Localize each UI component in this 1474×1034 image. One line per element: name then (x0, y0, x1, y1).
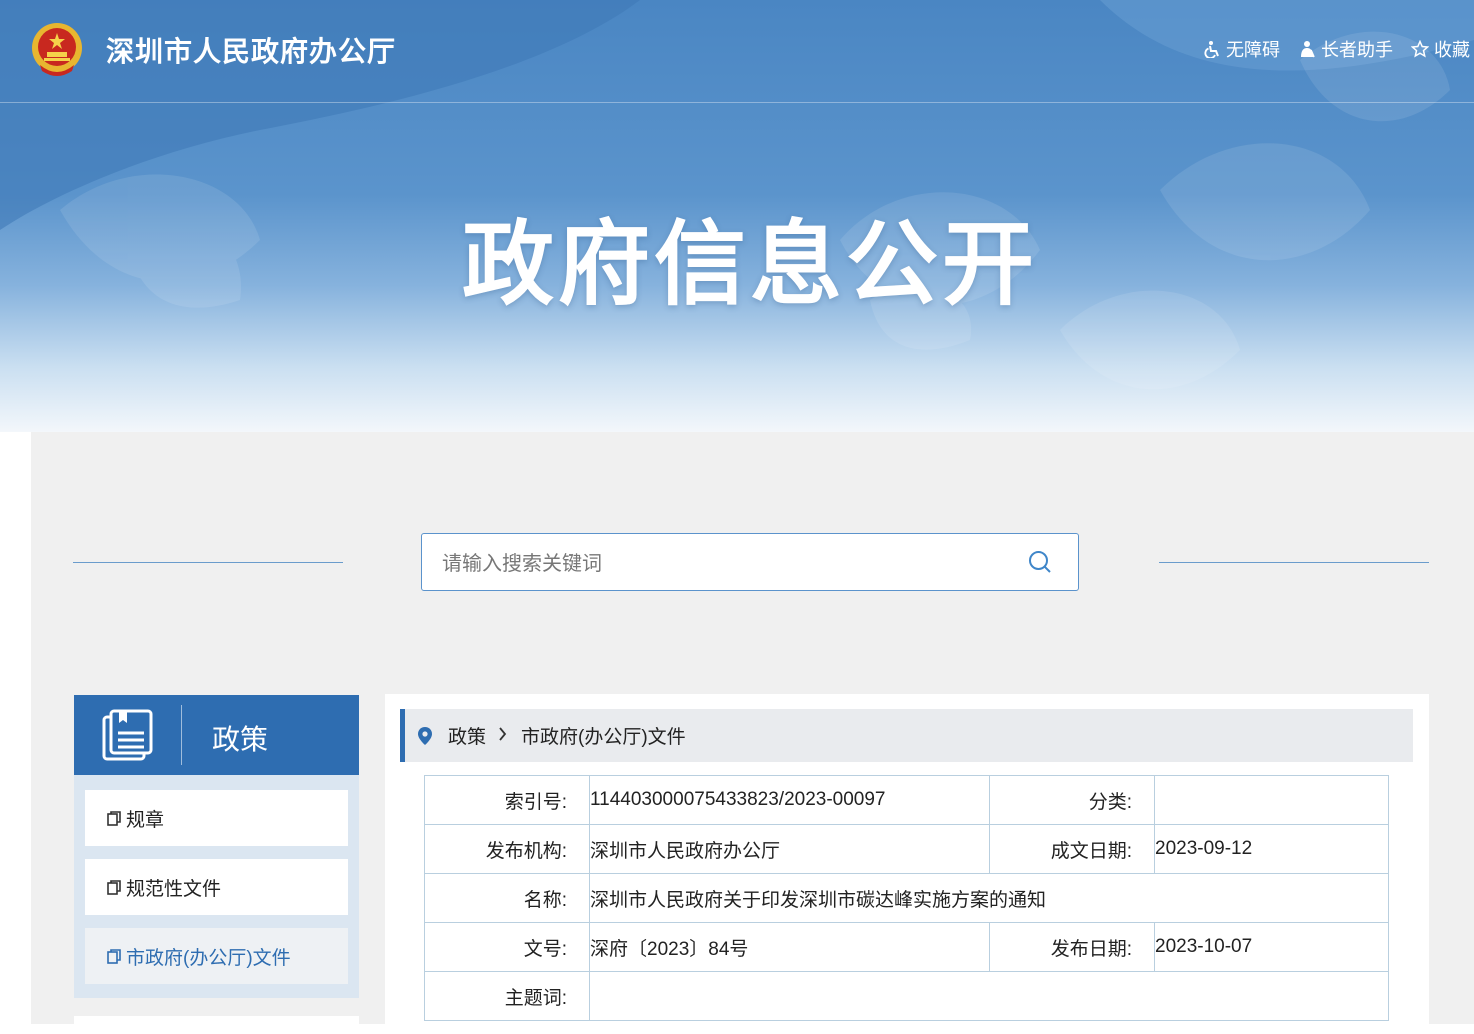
breadcrumb-city-gov-docs[interactable]: 市政府(办公厅)文件 (521, 722, 686, 749)
page-icon (107, 810, 121, 826)
site-title[interactable]: 深圳市人民政府办公厅 (106, 30, 396, 70)
category-label: 分类: (989, 775, 1155, 825)
favorite-label: 收藏 (1434, 40, 1470, 60)
table-row: 名称: 深圳市人民政府关于印发深圳市碳达峰实施方案的通知 (424, 873, 1389, 923)
breadcrumb: 政策 市政府(办公厅)文件 (400, 709, 1413, 762)
header-tools: 无障碍 长者助手 收藏 (1204, 36, 1470, 62)
subject-value (589, 971, 1389, 1021)
accessibility-label: 无障碍 (1226, 40, 1280, 60)
search-divider-left (73, 562, 343, 563)
sidebar-next-item[interactable] (74, 1016, 359, 1026)
publisher-value: 深圳市人民政府办公厅 (589, 824, 990, 874)
sidebar-header-separator (181, 705, 182, 765)
doc-number-value: 深府〔2023〕84号 (589, 922, 990, 972)
hero-title: 政府信息公开 (461, 214, 1038, 316)
subject-label: 主题词: (424, 971, 590, 1021)
chevron-right-icon (498, 725, 507, 747)
top-bar: 深圳市人民政府办公厅 无障碍 长者助手 收藏 (0, 0, 1474, 103)
table-row: 主题词: (424, 971, 1389, 1021)
accessibility-button[interactable]: 无障碍 (1204, 36, 1280, 62)
header-banner: 深圳市人民政府办公厅 无障碍 长者助手 收藏 政府信息公开 (0, 0, 1474, 432)
sidebar-item-label: 市政府(办公厅)文件 (126, 947, 291, 969)
elder-helper-icon (1301, 41, 1315, 58)
sidebar-header: 政策 (74, 695, 359, 775)
search-divider-right (1159, 562, 1429, 563)
content-area: 政策 市政府(办公厅)文件 索引号: 114403000075433823/20… (385, 694, 1429, 1034)
table-row: 文号: 深府〔2023〕84号 发布日期: 2023-10-07 (424, 922, 1389, 972)
publish-date-label: 发布日期: (989, 922, 1155, 972)
sidebar-heading: 政策 (212, 724, 269, 755)
favorite-button[interactable]: 收藏 (1411, 36, 1470, 62)
doc-number-label: 文号: (424, 922, 590, 972)
search-box (421, 533, 1079, 591)
name-value: 深圳市人民政府关于印发深圳市碳达峰实施方案的通知 (589, 873, 1389, 923)
category-value (1154, 775, 1389, 825)
national-emblem-icon (32, 23, 82, 76)
location-pin-icon (418, 726, 432, 745)
publisher-label: 发布机构: (424, 824, 590, 874)
breadcrumb-policy[interactable]: 政策 (448, 722, 486, 749)
star-icon (1411, 40, 1429, 58)
elder-helper-button[interactable]: 长者助手 (1298, 36, 1393, 62)
sidebar-item-city-gov-docs[interactable]: 市政府(办公厅)文件 (85, 928, 348, 984)
publish-date-value: 2023-10-07 (1154, 922, 1389, 972)
sidebar-menu: 规章 规范性文件 市政府(办公厅)文件 (74, 775, 359, 998)
sidebar-item-label: 规范性文件 (126, 878, 222, 900)
accessibility-icon (1204, 41, 1219, 58)
sidebar-item-label: 规章 (126, 809, 165, 831)
name-label: 名称: (424, 873, 590, 923)
search-input[interactable] (440, 546, 1014, 582)
document-stack-icon (102, 709, 153, 761)
document-meta-table: 索引号: 114403000075433823/2023-00097 分类: 发… (424, 775, 1389, 1021)
index-label: 索引号: (424, 775, 590, 825)
index-value: 114403000075433823/2023-00097 (589, 775, 990, 825)
page-icon (107, 948, 121, 964)
table-row: 发布机构: 深圳市人民政府办公厅 成文日期: 2023-09-12 (424, 824, 1389, 874)
written-date-label: 成文日期: (989, 824, 1155, 874)
elder-helper-label: 长者助手 (1321, 40, 1393, 60)
written-date-value: 2023-09-12 (1154, 824, 1389, 874)
sidebar-item-normative-docs[interactable]: 规范性文件 (85, 859, 348, 915)
sidebar-item-rules[interactable]: 规章 (85, 790, 348, 846)
table-row: 索引号: 114403000075433823/2023-00097 分类: (424, 775, 1389, 825)
main-panel: 政策 规章 规范性文件 市政府(办公厅)文件 政策 (31, 432, 1474, 1034)
search-icon[interactable] (1028, 550, 1052, 574)
page-icon (107, 879, 121, 895)
